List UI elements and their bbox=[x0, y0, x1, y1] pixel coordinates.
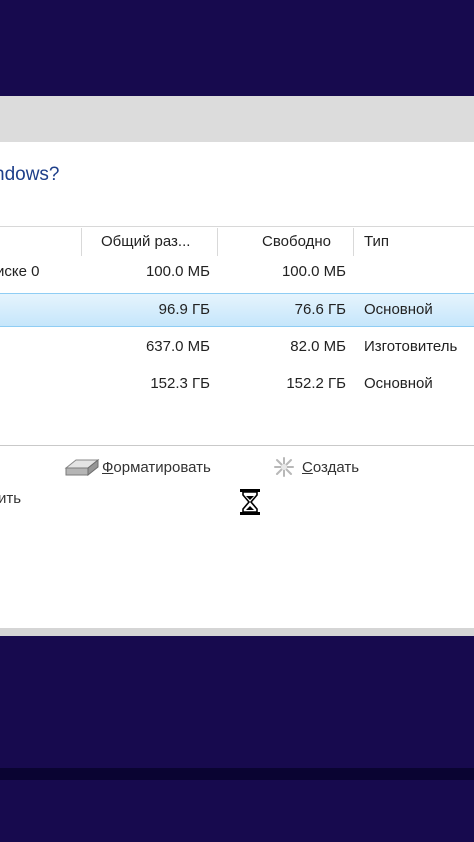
background-bottom bbox=[0, 780, 474, 842]
setup-dialog: ndows? Общий раз... Свободно Тип иске 0 … bbox=[0, 142, 474, 630]
background-divider bbox=[0, 768, 474, 780]
table-row[interactable]: иске 0 100.0 МБ 100.0 МБ bbox=[0, 256, 474, 288]
partition-type: Основной bbox=[364, 301, 433, 318]
partition-type: Изготовитель bbox=[364, 338, 458, 355]
table-row-selected[interactable]: 96.9 ГБ 76.6 ГБ Основной bbox=[0, 293, 474, 327]
format-label: орматировать bbox=[113, 458, 211, 476]
partition-free-space: 100.0 МБ bbox=[281, 263, 346, 280]
create-star-icon bbox=[274, 457, 294, 477]
hourglass-cursor-icon bbox=[240, 489, 260, 515]
partition-type: Основной bbox=[364, 375, 433, 392]
partition-free-space: 82.0 МБ bbox=[290, 338, 346, 355]
partition-free-space: 76.6 ГБ bbox=[294, 301, 346, 318]
dialog-heading: ndows? bbox=[0, 164, 60, 185]
partition-name: иске 0 bbox=[0, 263, 40, 280]
load-driver-link[interactable]: ить bbox=[0, 490, 21, 507]
disk-actions-bar: Форматировать Создать bbox=[0, 452, 474, 492]
partition-total-size: 637.0 МБ bbox=[145, 338, 210, 355]
create-accelerator: С bbox=[302, 458, 313, 476]
dialog-bottom-edge bbox=[0, 628, 474, 636]
background-top bbox=[0, 0, 474, 96]
column-header-type[interactable]: Тип bbox=[364, 230, 389, 254]
partition-total-size: 100.0 МБ bbox=[145, 263, 210, 280]
partition-total-size: 152.3 ГБ bbox=[150, 375, 210, 392]
column-separator bbox=[353, 228, 354, 256]
format-accelerator: Ф bbox=[102, 458, 114, 476]
create-button[interactable]: Создать bbox=[272, 456, 359, 478]
column-header-total-size[interactable]: Общий раз... bbox=[101, 230, 190, 254]
background-middle bbox=[0, 636, 474, 768]
table-row[interactable]: 152.3 ГБ 152.2 ГБ Основной bbox=[0, 368, 474, 400]
dialog-title-bar bbox=[0, 96, 474, 143]
column-separator bbox=[217, 228, 218, 256]
column-separator bbox=[81, 228, 82, 256]
drive-eraser-icon bbox=[64, 458, 100, 477]
table-row[interactable]: 637.0 МБ 82.0 МБ Изготовитель bbox=[0, 331, 474, 363]
partition-total-size: 96.9 ГБ bbox=[158, 301, 210, 318]
format-button[interactable]: Форматировать bbox=[64, 456, 211, 478]
create-label: оздать bbox=[312, 458, 360, 476]
partition-free-space: 152.2 ГБ bbox=[286, 375, 346, 392]
column-header-free-space[interactable]: Свободно bbox=[262, 230, 331, 254]
